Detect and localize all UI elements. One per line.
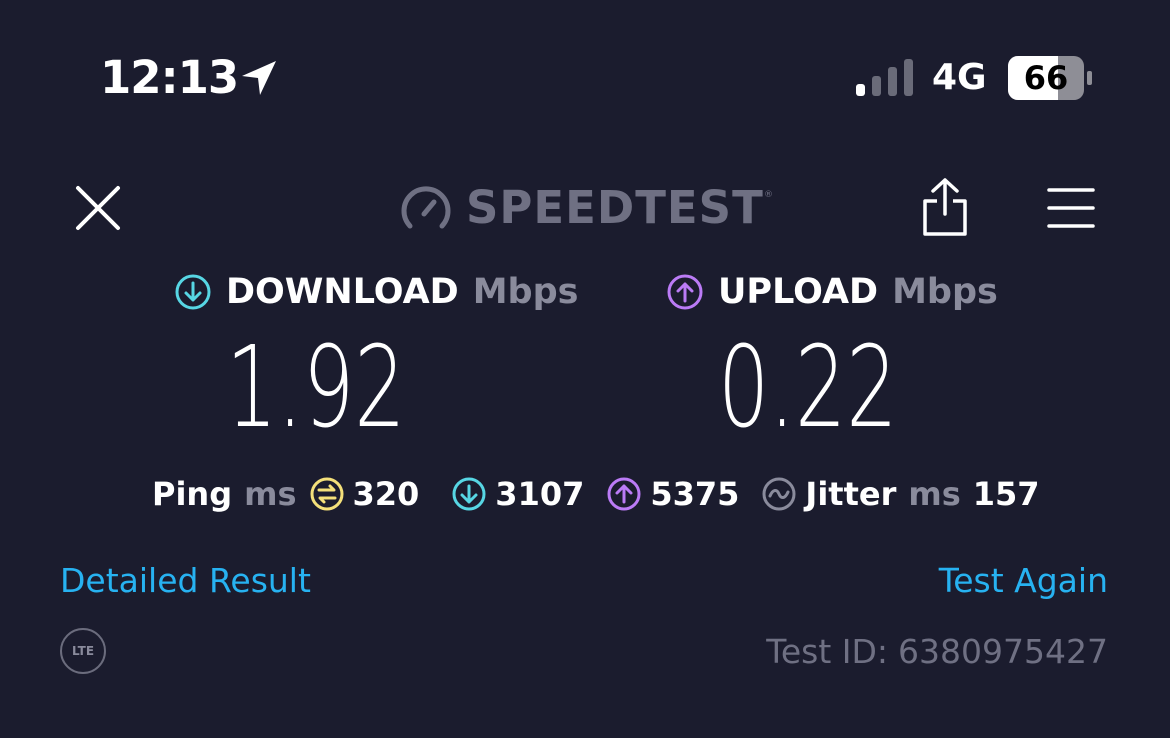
upload-label: UPLOAD <box>718 272 879 312</box>
test-id-label: Test ID: <box>766 632 889 671</box>
ping-label: Ping <box>152 475 233 513</box>
hamburger-menu-icon[interactable] <box>1044 184 1098 232</box>
jitter-label: Jitter <box>805 475 897 513</box>
share-icon[interactable] <box>918 176 972 238</box>
upload-header: UPLOAD Mbps <box>666 270 998 314</box>
location-arrow-icon <box>242 61 276 95</box>
connection-type-badge: LTE <box>60 628 106 674</box>
download-ping-icon <box>452 477 486 511</box>
status-time: 12:13 <box>100 51 239 104</box>
download-ping-value: 3107 <box>495 475 585 513</box>
test-again-link[interactable]: Test Again <box>939 559 1108 603</box>
download-label: DOWNLOAD <box>226 272 459 312</box>
upload-ping-icon <box>607 477 641 511</box>
download-arrow-icon <box>175 274 211 310</box>
test-id-value: 6380975427 <box>898 632 1108 671</box>
jitter-value: 157 <box>972 475 1040 513</box>
ping-stats-row: Ping ms 320 3107 5375 Jitter ms 157 <box>152 472 1040 516</box>
jitter-icon <box>762 477 796 511</box>
upload-arrow-icon <box>667 274 703 310</box>
speedometer-icon <box>401 186 451 229</box>
cellular-signal-icon <box>856 59 913 96</box>
download-unit: Mbps <box>472 272 579 312</box>
ping-unit: ms <box>244 475 297 513</box>
idle-ping-value: 320 <box>352 475 420 513</box>
download-header: DOWNLOAD Mbps <box>174 270 579 314</box>
download-speed-value: 1.92 <box>226 323 406 453</box>
close-icon[interactable] <box>72 182 124 234</box>
network-type: 4G <box>932 57 987 98</box>
upload-speed-value: 0.22 <box>718 323 898 453</box>
detailed-result-link[interactable]: Detailed Result <box>60 559 311 603</box>
upload-unit: Mbps <box>892 272 998 312</box>
brand-logo-text: SPEEDTEST <box>466 181 764 234</box>
trademark-mark: ® <box>764 190 773 200</box>
upload-ping-value: 5375 <box>650 475 740 513</box>
test-id: Test ID: 6380975427 <box>766 630 1108 674</box>
idle-ping-icon <box>310 477 343 511</box>
battery-level: 66 <box>1023 59 1069 97</box>
jitter-unit: ms <box>908 475 961 513</box>
